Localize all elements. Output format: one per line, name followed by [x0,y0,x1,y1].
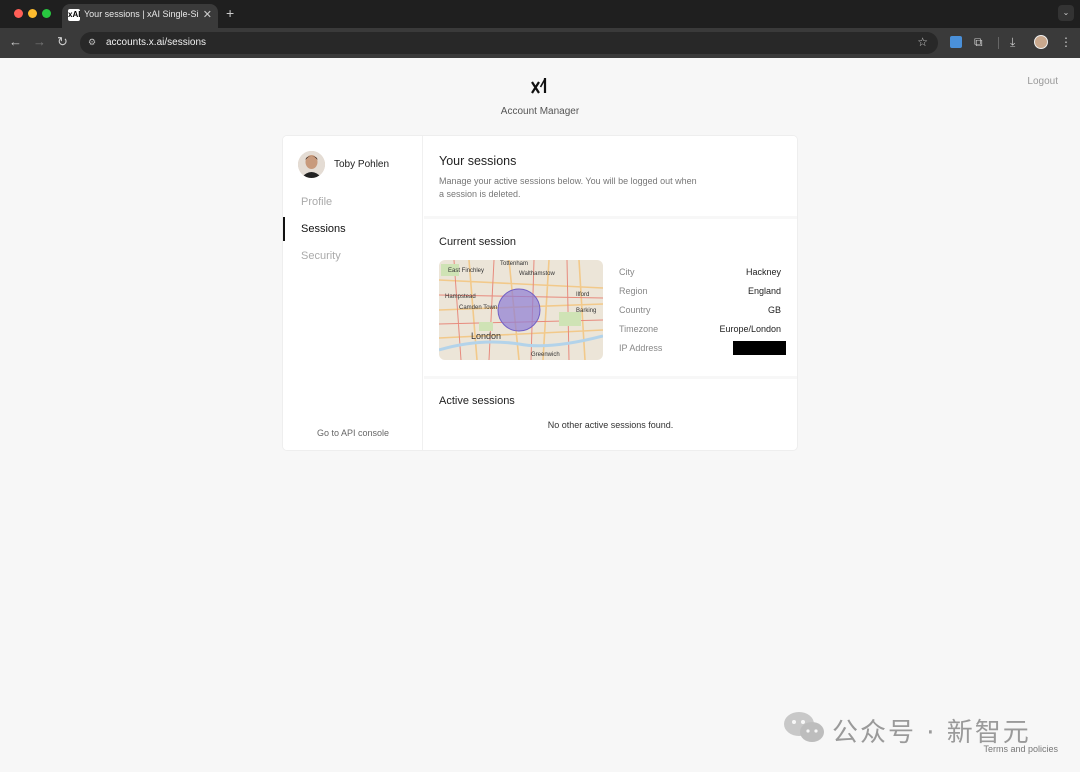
sessions-panel: Your sessions Manage your active session… [424,136,797,450]
xai-logo-icon [531,78,547,94]
city-label: City [619,267,635,277]
region-value: England [747,286,781,296]
wechat-watermark-icon [784,712,824,742]
api-console-link[interactable]: Go to API console [283,428,423,438]
bookmark-star-icon[interactable]: ☆ [917,35,928,49]
map-label-hampstead: Hampstead [445,294,476,300]
map-label-east-finchley: East Finchley [448,268,485,274]
session-location-map: East Finchley Tottenham Walthamstow Hamp… [439,260,603,360]
section-divider [424,376,797,379]
ip-address-redacted [733,341,786,355]
timezone-label: Timezone [619,324,659,334]
browser-chrome: xAI Your sessions | xAI Single-Sign-On ✕… [0,0,1080,58]
sidebar-item-sessions[interactable]: Sessions [301,223,346,235]
timezone-value: Europe/London [719,324,781,334]
region-label: Region [619,286,648,296]
profile-avatar-icon[interactable] [1034,35,1048,49]
no-sessions-message: No other active sessions found. [547,420,674,430]
user-name: Toby Pohlen [334,159,390,170]
extension-icon[interactable] [950,36,962,48]
sidebar-item-security[interactable]: Security [301,250,341,262]
back-arrow-icon[interactable]: ← [9,35,22,49]
reload-icon[interactable]: ↻ [57,35,68,49]
map-label-ilford: Ilford [576,292,590,298]
tab-title: Your sessions | xAI Single-Sign-On [84,9,198,19]
extensions-puzzle-icon[interactable]: ⧉ [974,35,983,49]
close-tab-icon[interactable]: ✕ [203,8,212,22]
browser-menu-icon[interactable]: ⋮ [1060,35,1072,49]
close-window-button[interactable] [14,9,23,18]
country-label: Country [619,305,651,315]
minimize-window-button[interactable] [28,9,37,18]
tab-strip: xAI Your sessions | xAI Single-Sign-On ✕… [0,0,1080,28]
map-label-greenwich: Greenwich [531,352,560,358]
download-icon[interactable]: ⤓ [1010,35,1015,49]
page-description: Manage your active sessions below. You w… [439,176,697,199]
sidebar: Toby Pohlen Profile Sessions Security Go… [283,136,423,450]
sidebar-item-profile[interactable]: Profile [301,196,332,208]
logout-link[interactable]: Logout [1027,76,1058,87]
section-divider [424,216,797,219]
map-label-walthamstow: Walthamstow [519,271,555,277]
xai-favicon-icon: xAI [68,9,81,21]
active-sessions-heading: Active sessions [439,395,515,407]
app-title: Account Manager [500,106,580,117]
browser-toolbar: ← → ↻ ⚙ accounts.x.ai/sessions ☆ ⧉ ⤓ ⋮ [0,28,1080,58]
address-url[interactable]: accounts.x.ai/sessions [106,37,206,48]
page-title: Your sessions [439,154,517,168]
map-label-tottenham: Tottenham [500,261,529,267]
map-label-london: London [471,331,502,341]
city-value: Hackney [745,267,781,277]
new-tab-icon[interactable]: + [226,6,234,20]
account-card: Toby Pohlen Profile Sessions Security Go… [283,136,797,450]
ip-address-label: IP Address [619,343,663,353]
address-bar[interactable]: ⚙ accounts.x.ai/sessions ☆ [80,32,938,54]
current-session-heading: Current session [439,236,517,248]
tab-search-chevron-icon[interactable]: ⌄ [1058,5,1074,21]
watermark-text: 公众号 · 新智元 [832,718,1031,748]
zoom-window-button[interactable] [42,9,51,18]
user-avatar [298,151,325,178]
site-settings-icon[interactable]: ⚙ [88,37,99,48]
toolbar-separator [998,37,999,49]
sessions-intro: Your sessions Manage your active session… [424,136,797,216]
map-label-camden-town: Camden Town [459,305,498,311]
map-label-barking: Barking [576,308,597,314]
active-nav-indicator [283,217,285,241]
forward-arrow-icon[interactable]: → [33,35,46,49]
browser-tab-active[interactable]: xAI Your sessions | xAI Single-Sign-On ✕ [62,4,218,28]
country-value: GB [767,305,781,315]
